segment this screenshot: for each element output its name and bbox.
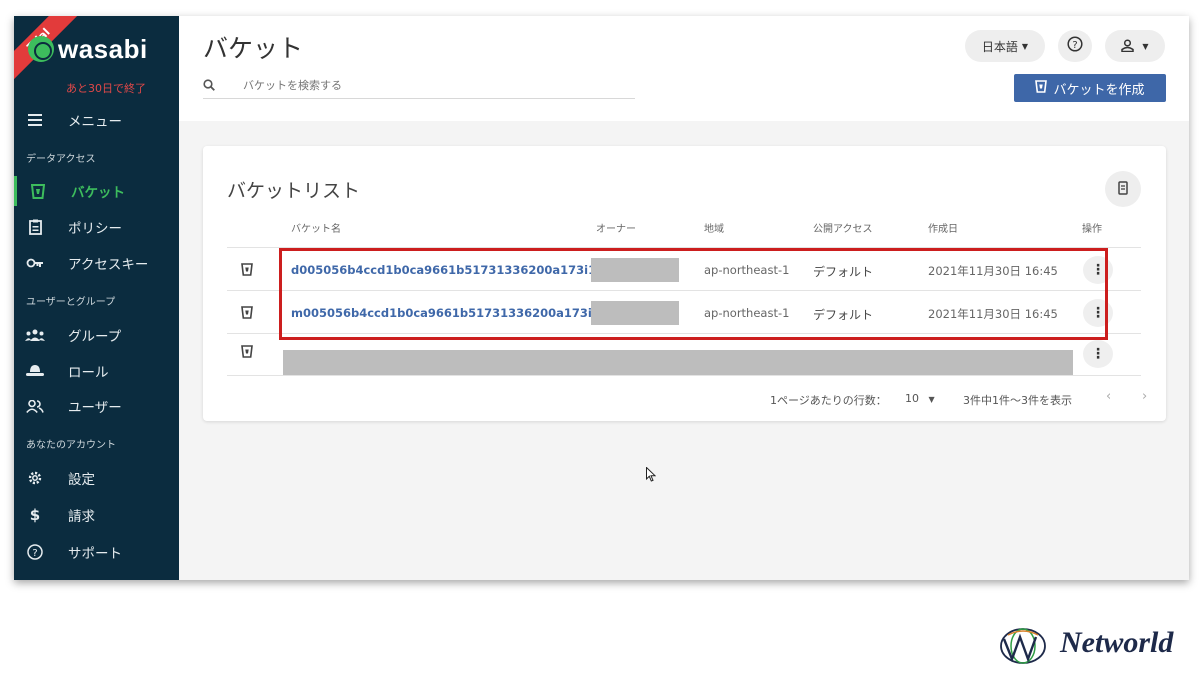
language-selector[interactable]: 日本語 ▼: [965, 30, 1045, 62]
bucket-icon: [241, 304, 253, 323]
sidebar-item-roles[interactable]: ロール: [14, 356, 179, 386]
redacted-row-content: [283, 350, 1073, 375]
menu-label: メニュー: [68, 114, 122, 130]
key-icon: [24, 258, 46, 268]
sidebar-item-support[interactable]: ? サポート: [14, 537, 179, 567]
sidebar-item-billing[interactable]: $ 請求: [14, 500, 179, 530]
caret-down-icon: ▼: [1142, 41, 1149, 51]
search-icon: [203, 76, 219, 95]
rows-per-page-label: 1ページあたりの行数：: [770, 394, 887, 407]
bucket-icon: [241, 261, 253, 280]
menu-toggle[interactable]: メニュー: [14, 105, 179, 135]
users-icon: [24, 399, 46, 413]
columns-icon: [1118, 180, 1128, 199]
hamburger-icon: [24, 114, 46, 126]
bucket-list-title: バケットリスト: [227, 180, 361, 202]
svg-text:?: ?: [32, 548, 37, 559]
column-header-actions: 操作: [1082, 224, 1102, 235]
sidebar-item-label: サポート: [68, 546, 122, 562]
networld-logo-icon: [998, 625, 1048, 667]
sidebar-item-label: ポリシー: [68, 221, 122, 237]
sidebar-item-label: グループ: [68, 329, 122, 345]
sidebar-item-label: 請求: [68, 509, 95, 525]
networld-watermark: Networld: [1060, 626, 1174, 659]
user-menu-button[interactable]: ▼: [1105, 30, 1165, 62]
sidebar-item-groups[interactable]: グループ: [14, 320, 179, 350]
group-icon: [24, 329, 46, 341]
trial-remaining-text: あと30日で終了: [66, 82, 146, 95]
more-actions-button[interactable]: ⋮: [1083, 340, 1113, 368]
mouse-cursor-icon: [646, 466, 657, 486]
column-settings-button[interactable]: [1105, 171, 1141, 207]
sidebar-item-label: バケット: [71, 185, 125, 201]
gear-icon: [24, 470, 46, 486]
chevron-left-icon: ‹: [1106, 389, 1112, 404]
chevron-right-icon: ›: [1142, 389, 1148, 404]
language-label: 日本語: [981, 39, 1018, 54]
column-header-public-access[interactable]: 公開アクセス: [813, 220, 873, 235]
search-input[interactable]: [243, 79, 603, 92]
help-icon: ?: [24, 544, 46, 560]
column-header-region[interactable]: 地域: [704, 220, 724, 235]
create-bucket-label: バケットを作成: [1053, 82, 1145, 98]
section-users-groups: ユーザーとグループ: [26, 297, 116, 308]
sidebar: Trial wasabi あと30日で終了 メニュー データアクセス バケット …: [14, 16, 179, 580]
next-page-button[interactable]: ›: [1142, 389, 1147, 404]
rows-per-page-select[interactable]: 10 ▼: [905, 392, 935, 405]
highlight-box: [279, 248, 1108, 340]
brand-logo[interactable]: wasabi: [58, 34, 148, 65]
prev-page-button[interactable]: ‹: [1106, 389, 1111, 404]
sidebar-item-access-keys[interactable]: アクセスキー: [14, 248, 179, 278]
help-button[interactable]: ?: [1058, 30, 1092, 62]
more-vert-icon: ⋮: [1091, 346, 1105, 362]
hat-icon: [24, 365, 46, 377]
sidebar-item-buckets[interactable]: バケット: [14, 176, 179, 206]
sidebar-item-settings[interactable]: 設定: [14, 463, 179, 493]
column-header-created[interactable]: 作成日: [928, 220, 958, 235]
page-title: バケット: [203, 34, 304, 63]
column-header-owner[interactable]: オーナー: [596, 220, 636, 235]
rows-per-page-value: 10: [905, 392, 919, 405]
search-bar[interactable]: [203, 73, 635, 99]
user-icon: [1121, 37, 1135, 56]
page-header: バケット 日本語 ▼ ? ▼ バケットを作成: [179, 16, 1189, 121]
sidebar-item-policies[interactable]: ポリシー: [14, 212, 179, 242]
bucket-icon: [1035, 79, 1048, 97]
sidebar-item-label: ユーザー: [68, 400, 122, 416]
svg-text:?: ?: [1072, 40, 1077, 51]
help-icon: ?: [1067, 36, 1083, 56]
sidebar-item-label: ロール: [68, 365, 109, 381]
section-data-access: データアクセス: [26, 154, 96, 165]
clipboard-icon: [24, 219, 46, 235]
bucket-icon: [241, 343, 253, 362]
pagination-range: 3件中1件〜3件を表示: [963, 394, 1072, 407]
bucket-icon: [27, 183, 49, 199]
wasabi-logo-icon: [28, 36, 54, 62]
caret-down-icon: ▼: [1021, 41, 1029, 51]
sidebar-item-label: アクセスキー: [68, 257, 149, 273]
sidebar-item-users[interactable]: ユーザー: [14, 391, 179, 421]
dollar-icon: $: [29, 506, 41, 524]
column-header-name[interactable]: バケット名: [291, 220, 341, 235]
create-bucket-button[interactable]: バケットを作成: [1014, 74, 1166, 102]
caret-down-icon: ▼: [928, 395, 935, 404]
sidebar-item-label: 設定: [68, 472, 95, 488]
section-your-account: あなたのアカウント: [26, 440, 116, 451]
